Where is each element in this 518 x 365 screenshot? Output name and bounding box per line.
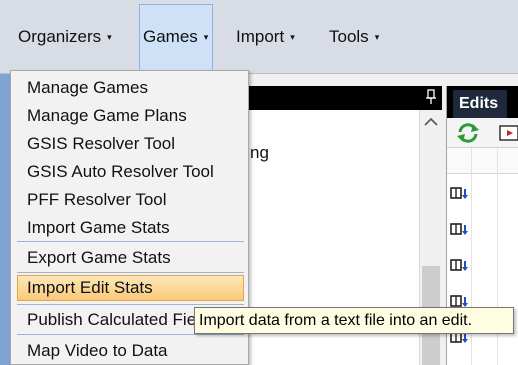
chevron-up-icon[interactable]: [420, 112, 442, 134]
edits-grid-header: [447, 148, 518, 174]
menu-item-import-edit-stats[interactable]: Import Edit Stats: [17, 275, 244, 301]
menu-separator: [17, 241, 244, 242]
chevron-down-icon: ▾: [290, 32, 295, 42]
refresh-icon[interactable]: [455, 121, 481, 145]
menu-item-pff-resolver-tool[interactable]: PFF Resolver Tool: [17, 187, 244, 213]
video-icon[interactable]: [499, 124, 518, 142]
film-download-icon[interactable]: [450, 186, 470, 200]
menu-games[interactable]: Games ▾: [139, 4, 213, 70]
menu-item-map-video-to-data[interactable]: Map Video to Data: [17, 338, 244, 364]
pin-icon[interactable]: [426, 89, 436, 105]
menu-item-gsis-auto-resolver-tool[interactable]: GSIS Auto Resolver Tool: [17, 159, 244, 185]
panel-header: [244, 86, 442, 110]
tooltip: Import data from a text file into an edi…: [194, 307, 514, 334]
menu-tools[interactable]: Tools ▾: [325, 4, 383, 70]
menu-games-label: Games: [143, 27, 198, 46]
menu-item-export-game-stats[interactable]: Export Game Stats: [17, 245, 244, 271]
content-partial-text: ng: [250, 143, 269, 162]
edits-toolbar: [447, 118, 518, 148]
menu-tools-label: Tools: [329, 27, 369, 46]
menu-organizers-label: Organizers: [18, 27, 102, 46]
film-download-icon[interactable]: [450, 222, 470, 236]
menu-item-import-game-stats[interactable]: Import Game Stats: [17, 215, 244, 241]
menu-item-manage-game-plans[interactable]: Manage Game Plans: [17, 103, 244, 129]
menu-import[interactable]: Import ▾: [232, 4, 299, 70]
menu-separator: [17, 272, 244, 273]
menu-item-gsis-resolver-tool[interactable]: GSIS Resolver Tool: [17, 131, 244, 157]
sidebar-strip: [0, 74, 10, 365]
chevron-down-icon: ▾: [203, 32, 209, 42]
film-download-icon[interactable]: [450, 258, 470, 272]
chevron-down-icon: ▾: [374, 32, 380, 42]
menu-bar: Organizers ▾ Games ▾ Import ▾ Tools ▾: [0, 0, 518, 74]
menu-separator: [17, 304, 244, 305]
menu-separator: [17, 334, 244, 335]
edits-tabbar: Edits: [447, 86, 518, 118]
menu-organizers[interactable]: Organizers ▾: [14, 4, 116, 70]
tab-edits[interactable]: Edits: [453, 90, 507, 118]
chevron-down-icon: ▾: [107, 32, 112, 42]
film-download-icon[interactable]: [450, 294, 470, 308]
menu-import-label: Import: [236, 27, 285, 46]
menu-item-manage-games[interactable]: Manage Games: [17, 75, 244, 101]
